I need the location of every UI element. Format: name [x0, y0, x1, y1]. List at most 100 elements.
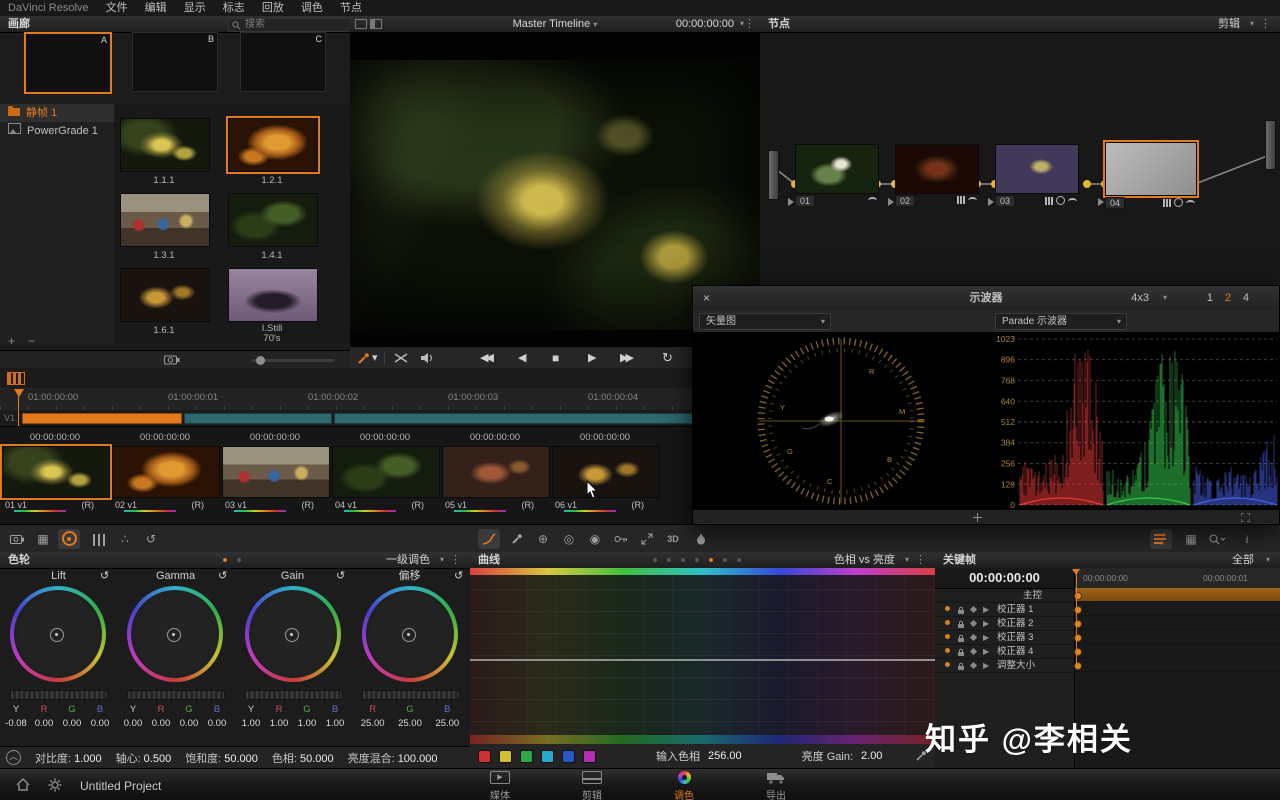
chevron-down-icon[interactable]: ▾ [440, 552, 444, 568]
curves-options-icon[interactable]: ⋮ [915, 552, 927, 568]
menu-item-nodes[interactable]: 节点 [340, 2, 362, 14]
contrast-setting[interactable]: 对比度:1.000 [35, 750, 102, 766]
compare-frame-b[interactable]: B [132, 32, 218, 92]
lum-gain-value[interactable]: 2.00 [861, 750, 882, 762]
viewer-options-icon[interactable]: ⋮ [744, 16, 756, 32]
menu-item-edit[interactable]: 编辑 [145, 2, 167, 14]
swatch-cyan[interactable] [541, 750, 554, 763]
gear-icon[interactable] [48, 778, 62, 792]
swatch-magenta[interactable] [583, 750, 596, 763]
expand-arrow-icon[interactable]: ▶ [983, 659, 989, 672]
swatch-blue[interactable] [562, 750, 575, 763]
add-still-button[interactable]: + [8, 334, 15, 348]
curves-icon[interactable] [478, 529, 500, 549]
keyframe-diamond-icon[interactable] [970, 648, 977, 655]
lock-icon[interactable] [957, 662, 965, 671]
chevron-down-icon[interactable]: ▾ [905, 552, 909, 568]
tab-deliver[interactable]: 导出 [736, 771, 816, 800]
gain-wheel-marker[interactable] [285, 628, 299, 642]
node-01[interactable]: 01 [795, 144, 877, 192]
expand-arrow-icon[interactable]: ▶ [983, 603, 989, 616]
swatch-red[interactable] [478, 750, 491, 763]
sizing-icon[interactable] [636, 529, 658, 549]
lum-mix-setting[interactable]: 亮度混合:100.000 [348, 750, 438, 766]
still-thumbnail[interactable] [228, 118, 318, 172]
offset-wheel-marker[interactable] [402, 628, 416, 642]
source-input-bar[interactable] [768, 150, 779, 200]
keyframes-filter[interactable]: 全部 [1232, 552, 1254, 568]
primary-bars-icon[interactable] [88, 529, 110, 549]
lock-icon[interactable] [957, 606, 965, 615]
timeline-thumbnail[interactable] [332, 446, 440, 498]
node-mode-selector[interactable]: 剪辑 [1218, 16, 1240, 32]
project-title[interactable]: Untitled Project [80, 779, 161, 793]
still-item[interactable]: I.Still70's [228, 268, 316, 344]
keyframe-ruler[interactable]: 00:00:00:00 00:00:00:01 [1075, 568, 1280, 589]
timeline-clip-segment[interactable] [334, 413, 693, 424]
keyframe-row[interactable] [1075, 602, 1280, 616]
color-match-icon[interactable]: ▦ [32, 529, 54, 549]
tracker-icon[interactable]: ◎ [558, 529, 580, 549]
keyframe-row-master[interactable] [1075, 588, 1280, 602]
expand-icon[interactable] [1241, 513, 1250, 522]
keyframe-diamond-icon[interactable] [970, 606, 977, 613]
keyframes-palette-icon[interactable] [1150, 529, 1172, 549]
track-corrector-2[interactable]: ▶校正器 2 [935, 617, 1074, 631]
still-item[interactable]: 1.6.1 [120, 268, 208, 336]
qualifier-icon[interactable] [506, 529, 528, 549]
keyframe-row[interactable] [1075, 630, 1280, 644]
slider-knob[interactable] [256, 356, 265, 365]
layout-count-1[interactable]: 1 [1207, 286, 1213, 310]
track-corrector-4[interactable]: ▶校正器 4 [935, 645, 1074, 659]
lock-icon[interactable] [957, 648, 965, 657]
gain-reset-icon[interactable]: ↺ [336, 568, 345, 584]
timeline-clip-segment[interactable] [184, 413, 332, 424]
lock-icon[interactable] [957, 634, 965, 643]
power-window-icon[interactable]: ⊕ [532, 529, 554, 549]
node-02[interactable]: 02 [895, 144, 977, 192]
keyframe-row[interactable] [1075, 644, 1280, 658]
chevron-down-icon[interactable]: ▾ [1163, 286, 1167, 310]
camera-raw-icon[interactable] [6, 529, 28, 549]
right-scope-selector[interactable]: Parade 示波器▾ [995, 313, 1127, 330]
play-button[interactable]: ▶ [588, 347, 596, 369]
scopes-window[interactable]: × 示波器 4x3 ▾ 1 2 4 矢量图▾ Parade 示波器▾ R [692, 285, 1280, 525]
audio-mute-icon[interactable] [420, 352, 433, 364]
wheels-mode-selector[interactable]: 一级调色 [386, 552, 430, 568]
blur-icon[interactable]: ◉ [584, 529, 606, 549]
compare-frame-a[interactable]: A [24, 32, 112, 94]
tab-edit[interactable]: 剪辑 [552, 771, 632, 800]
track-enable-dot[interactable] [945, 662, 950, 667]
swatch-green[interactable] [520, 750, 533, 763]
grid-view-icon[interactable]: ▦ [1180, 529, 1202, 549]
track-corrector-3[interactable]: ▶校正器 3 [935, 631, 1074, 645]
track-corrector-1[interactable]: ▶校正器 1 [935, 603, 1074, 617]
graticule-toggle-icon[interactable] [973, 513, 982, 522]
saturation-setting[interactable]: 饱和度:50.000 [185, 750, 258, 766]
lift-master-slider[interactable] [10, 690, 108, 700]
album-powergrade-1[interactable]: PowerGrade 1 [0, 122, 114, 140]
still-item[interactable]: 1.3.1 [120, 193, 208, 261]
stop-button[interactable]: ■ [552, 347, 559, 369]
motion-effects-icon[interactable]: ↺ [140, 529, 162, 549]
timeline-thumbnail[interactable] [112, 446, 220, 498]
input-hue-value[interactable]: 256.00 [708, 750, 742, 762]
layout-count-4[interactable]: 4 [1243, 286, 1249, 310]
curves-mode-selector[interactable]: 色相 vs 亮度 [834, 552, 895, 568]
scopes-header[interactable]: × 示波器 4x3 ▾ 1 2 4 [693, 286, 1279, 311]
menu-item-file[interactable]: 文件 [106, 2, 128, 14]
node-thumbnail[interactable] [1105, 142, 1197, 196]
still-item[interactable]: 1.1.1 [120, 118, 208, 186]
tab-media[interactable]: ▶媒体 [460, 771, 540, 800]
clips-view-icon[interactable] [7, 372, 25, 385]
grab-still-camera-icon[interactable] [164, 354, 180, 365]
node-thumbnail[interactable] [895, 144, 979, 194]
curve-line[interactable] [470, 659, 935, 661]
thumbnail-size-slider[interactable] [252, 359, 334, 362]
home-icon[interactable] [16, 778, 30, 791]
go-to-end-button[interactable]: ▶▶ [620, 347, 631, 369]
keyframe-row[interactable] [1075, 658, 1280, 672]
info-icon[interactable]: i [1236, 529, 1258, 549]
lift-reset-icon[interactable]: ↺ [100, 568, 109, 584]
expand-arrow-icon[interactable]: ▶ [983, 645, 989, 658]
